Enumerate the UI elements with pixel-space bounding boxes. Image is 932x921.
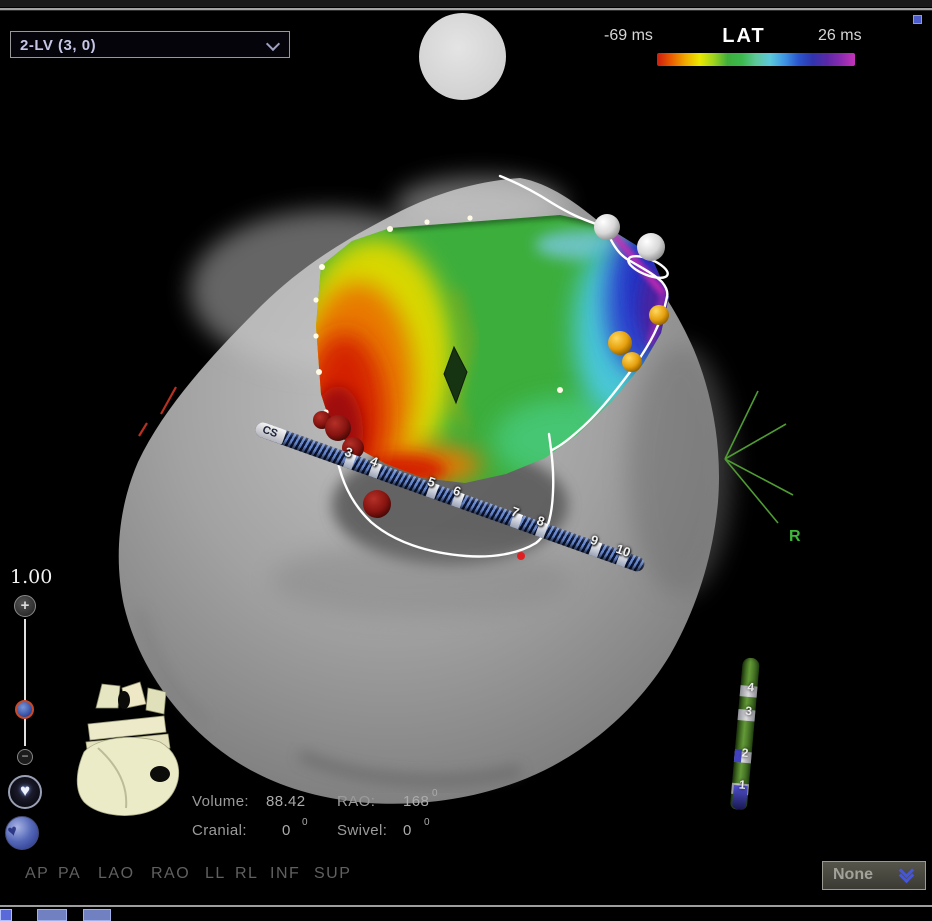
ref-electrode-label: 1 — [738, 777, 746, 792]
view-button-sup[interactable]: SUP — [314, 865, 351, 883]
mapping-window: R CS 3 4 5 6 7 8 9 10 4 3 2 1 — [0, 0, 932, 921]
view-button-pa[interactable]: PA — [58, 865, 81, 883]
cranial-degree: 0 — [302, 817, 308, 828]
swivel-degree: 0 — [424, 817, 430, 828]
view-button-ap[interactable]: AP — [25, 865, 49, 883]
view-button-lao[interactable]: LAO — [98, 865, 135, 883]
volume-label: Volume: — [192, 793, 249, 810]
taskbar-button-2[interactable] — [83, 909, 111, 921]
taskbar-button-1[interactable] — [37, 909, 67, 921]
globe-view-button[interactable]: ♥ — [5, 816, 39, 850]
view-button-inf[interactable]: INF — [270, 865, 300, 883]
heart-view-button[interactable]: ♥ — [8, 775, 42, 809]
orientation-label: R — [789, 528, 801, 545]
top-bar-shadow — [0, 10, 932, 11]
globe-heart-icon: ♥ — [6, 822, 20, 842]
map-selector-value: 2-LV (3, 0) — [20, 37, 96, 54]
view-button-rao[interactable]: RAO — [151, 865, 190, 883]
reference-circle-indicator — [419, 13, 506, 100]
swivel-label: Swivel: — [337, 822, 387, 839]
zoom-slider-thumb[interactable] — [15, 700, 34, 719]
zoom-value-label: 1.00 — [10, 566, 52, 588]
taskbar-square-button[interactable] — [0, 909, 12, 921]
rao-label: RAO: — [337, 793, 375, 810]
heart-orientation-icon — [68, 678, 200, 820]
ref-electrode-label: 4 — [747, 680, 755, 695]
window-corner-button[interactable] — [913, 15, 922, 24]
ref-electrode-label: 3 — [745, 704, 753, 719]
view-button-rl[interactable]: RL — [235, 865, 258, 883]
ref-electrode-label: 2 — [741, 746, 749, 761]
zoom-in-button[interactable]: + — [14, 595, 36, 617]
zoom-out-button[interactable]: − — [17, 749, 33, 765]
volume-value: 88.42 — [266, 793, 306, 810]
cranial-value: 0 — [282, 822, 291, 839]
swivel-value: 0 — [403, 822, 412, 839]
map-selector-dropdown[interactable]: 2-LV (3, 0) — [10, 31, 290, 58]
double-chevron-down-icon — [901, 869, 913, 881]
chevron-down-icon — [266, 37, 280, 51]
cranial-label: Cranial: — [192, 822, 247, 839]
cs-tip-label: CS — [261, 424, 279, 440]
bottom-divider — [0, 905, 932, 907]
window-top-bar — [0, 0, 932, 7]
overlay-selector-dropdown[interactable]: None — [822, 861, 926, 890]
zoom-slider-track[interactable] — [24, 619, 26, 746]
lat-scale-title: LAT — [698, 25, 790, 48]
red-point-marker — [517, 552, 525, 560]
heart-icon: ♥ — [10, 781, 40, 801]
rao-value: 168 — [403, 793, 429, 810]
orientation-axes — [725, 391, 793, 523]
lat-color-bar — [657, 53, 855, 66]
lat-scale-min-label: -69 ms — [604, 27, 676, 45]
lat-scale-max-label: 26 ms — [818, 27, 890, 45]
view-orientation-bar: AP PA LAO RAO LL RL INF SUP — [0, 865, 420, 885]
view-button-ll[interactable]: LL — [205, 865, 226, 883]
rao-degree: 0 — [432, 788, 438, 799]
overlay-selector-value: None — [833, 866, 873, 884]
